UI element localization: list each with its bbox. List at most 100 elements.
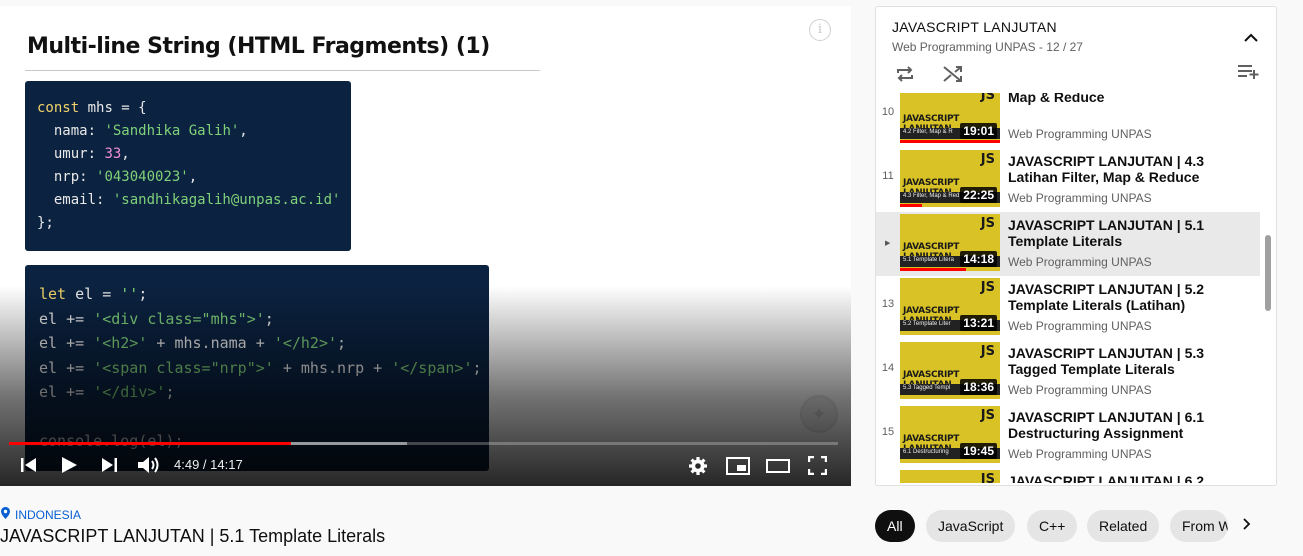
- code-token: el +=: [39, 309, 94, 328]
- playlist-item-thumbnail[interactable]: JSJAVASCRIPT LANJUTAN6.1 Destructuring19…: [900, 406, 1000, 463]
- playlist-item-title[interactable]: JAVASCRIPT LANJUTAN | 6.2 Destructuring …: [1008, 473, 1248, 483]
- playlist-item-thumbnail[interactable]: JSJAVASCRIPT LANJUTAN4.3 Filter, Map & R…: [900, 150, 1000, 207]
- chip-from-channel[interactable]: From W: [1170, 510, 1228, 542]
- progress-bar[interactable]: [9, 442, 838, 445]
- code-token: + mhs.nama +: [147, 334, 274, 352]
- playlist-item-channel: Web Programming UNPAS: [1008, 319, 1152, 333]
- js-logo-icon: JS: [980, 280, 995, 295]
- js-logo-icon: JS: [980, 408, 995, 423]
- playlist-item-thumbnail[interactable]: JSJAVASCRIPT LANJUTAN5.1 Template Litera…: [900, 214, 1000, 271]
- video-player[interactable]: Multi-line String (HTML Fragments) (1) c…: [0, 6, 851, 486]
- code-token: ;: [472, 358, 482, 377]
- code-token: mhs = {: [79, 100, 147, 116]
- code-line: nama: 'Sandhika Galih',: [37, 120, 351, 143]
- chip-javascript[interactable]: JavaScript: [926, 510, 1016, 542]
- playlist-item-index: 13: [881, 298, 895, 310]
- code-line: el += '<h2>' + mhs.nama + '</h2>';: [39, 331, 489, 356]
- playlist-item-channel: Web Programming UNPAS: [1008, 191, 1152, 205]
- playlist-item-title[interactable]: JAVASCRIPT LANJUTAN | 4.3 Latihan Filter…: [1008, 153, 1248, 185]
- playlist-item-index: 11: [882, 170, 894, 182]
- chevron-right-icon[interactable]: [1243, 517, 1251, 535]
- previous-icon[interactable]: [20, 457, 38, 473]
- playlist-item[interactable]: 10 JSJAVASCRIPT LANJUTAN4.2 Filter, Map &…: [876, 93, 1260, 148]
- code-block-html-fragments: let el = ''; el += '<div class="mhs">'; el…: [25, 265, 489, 471]
- save-to-playlist-icon[interactable]: [1238, 65, 1260, 84]
- playlist-items[interactable]: 10JSJAVASCRIPT LANJUTAN4.2 Filter, Map &…: [876, 93, 1261, 483]
- miniplayer-icon[interactable]: [726, 457, 750, 475]
- thumbnail-subtitle: 5.2 Template Liter: [903, 321, 951, 327]
- playlist-item-index: 14: [881, 362, 895, 374]
- playlist-scrollbar[interactable]: [1265, 235, 1271, 311]
- playlist-item[interactable]: ▶ JSJAVASCRIPT LANJUTAN5.1 Template Liter…: [876, 212, 1260, 276]
- location-tag[interactable]: INDONESIA: [1, 507, 81, 522]
- code-token: '</div>': [93, 383, 166, 401]
- playlist-item-thumbnail[interactable]: JSJAVASCRIPT LANJUTAN: [900, 470, 1000, 483]
- chip-related[interactable]: Related: [1087, 510, 1160, 542]
- code-line: };: [37, 212, 351, 235]
- code-token: el +=: [39, 358, 94, 377]
- playlist-title[interactable]: JAVASCRIPT LANJUTAN: [892, 19, 1057, 35]
- playlist-item-index: 15: [881, 426, 895, 438]
- playlist-item-title[interactable]: JAVASCRIPT LANJUTAN | 5.2 Template Liter…: [1008, 281, 1248, 313]
- watched-progress: [900, 204, 922, 207]
- now-playing-icon: ▶: [885, 240, 891, 247]
- code-token: nama:: [37, 123, 105, 139]
- code-token: '<span class="nrp">': [93, 358, 274, 377]
- playlist-item-thumbnail[interactable]: JSJAVASCRIPT LANJUTAN5.2 Template Liter1…: [900, 278, 1000, 335]
- duration-badge: 19:45: [960, 443, 997, 459]
- chevron-up-icon[interactable]: [1244, 29, 1258, 47]
- playlist-item-title[interactable]: Map & Reduce: [1008, 93, 1248, 105]
- js-logo-icon: JS: [980, 344, 995, 359]
- code-line: nrp: '043040023',: [37, 166, 351, 189]
- playlist-item-thumbnail[interactable]: JSJAVASCRIPT LANJUTAN5.3 Tagged Templ18:…: [900, 342, 1000, 399]
- fullscreen-icon[interactable]: [808, 456, 827, 475]
- playlist-item-channel: Web Programming UNPAS: [1008, 383, 1152, 397]
- code-token: '043040023': [96, 169, 189, 185]
- playlist-item-title[interactable]: JAVASCRIPT LANJUTAN | 5.1 Template Liter…: [1008, 217, 1248, 249]
- channel-watermark-icon[interactable]: ✦: [800, 395, 838, 433]
- playlist-item[interactable]: 14 JSJAVASCRIPT LANJUTAN5.3 Tagged Templ1…: [876, 340, 1260, 404]
- code-token: '<h2>': [93, 334, 148, 352]
- loop-icon[interactable]: [894, 65, 916, 88]
- chip-cpp[interactable]: C++: [1027, 510, 1078, 542]
- code-token: '</span>': [391, 358, 473, 377]
- playlist-item-title[interactable]: JAVASCRIPT LANJUTAN | 5.3 Tagged Templat…: [1008, 345, 1248, 377]
- playlist-subtitle: Web Programming UNPAS - 12 / 27: [892, 40, 1083, 54]
- play-icon[interactable]: [60, 456, 78, 474]
- code-token: const: [37, 100, 80, 116]
- playlist-item[interactable]: 13 JSJAVASCRIPT LANJUTAN5.2 Template Lite…: [876, 276, 1260, 340]
- slide-title: Multi-line String (HTML Fragments) (1): [27, 34, 490, 59]
- code-token: ,: [121, 146, 130, 162]
- playlist-item[interactable]: 15 JSJAVASCRIPT LANJUTAN6.1 Destructuring…: [876, 404, 1260, 468]
- code-token: umur:: [37, 146, 105, 162]
- playlist-item-index: 10: [881, 106, 895, 118]
- watched-progress: [900, 268, 966, 271]
- location-label: INDONESIA: [15, 507, 82, 522]
- code-token: 'sandhikagalih@unpas.ac.id': [112, 192, 341, 208]
- playlist-item-title[interactable]: JAVASCRIPT LANJUTAN | 6.1 Destructuring …: [1008, 409, 1248, 441]
- shuffle-icon[interactable]: [942, 65, 964, 88]
- playlist-item[interactable]: 11 JSJAVASCRIPT LANJUTAN4.3 Filter, Map &…: [876, 148, 1260, 212]
- thumbnail-subtitle: 4.2 Filter, Map & R: [903, 129, 953, 135]
- code-line: let el = '';: [39, 282, 489, 307]
- theater-mode-icon[interactable]: [766, 459, 790, 473]
- playlist-item-thumbnail[interactable]: JSJAVASCRIPT LANJUTAN4.2 Filter, Map & R…: [900, 93, 1000, 143]
- code-token: console.log(el);: [39, 432, 184, 450]
- location-pin-icon: [1, 507, 10, 522]
- info-icon[interactable]: i: [809, 19, 831, 41]
- js-logo-icon: JS: [980, 93, 995, 103]
- time-display: 4:49 / 14:17: [174, 457, 243, 472]
- js-logo-icon: JS: [980, 152, 995, 167]
- thumbnail-subtitle: 4.3 Filter, Map & Red: [903, 193, 960, 199]
- code-token: };: [37, 215, 54, 231]
- code-token: ;: [264, 309, 274, 328]
- playlist-item[interactable]: JSJAVASCRIPT LANJUTAN JAVASCRIPT LANJUTAN…: [876, 468, 1260, 483]
- chip-all[interactable]: All: [875, 510, 915, 542]
- settings-gear-icon[interactable]: [688, 456, 708, 476]
- volume-icon[interactable]: [137, 455, 161, 475]
- next-icon[interactable]: [100, 457, 118, 473]
- code-token: ;: [337, 334, 347, 352]
- code-token: 33: [104, 146, 122, 162]
- thumbnail-subtitle: 6.1 Destructuring: [903, 449, 949, 455]
